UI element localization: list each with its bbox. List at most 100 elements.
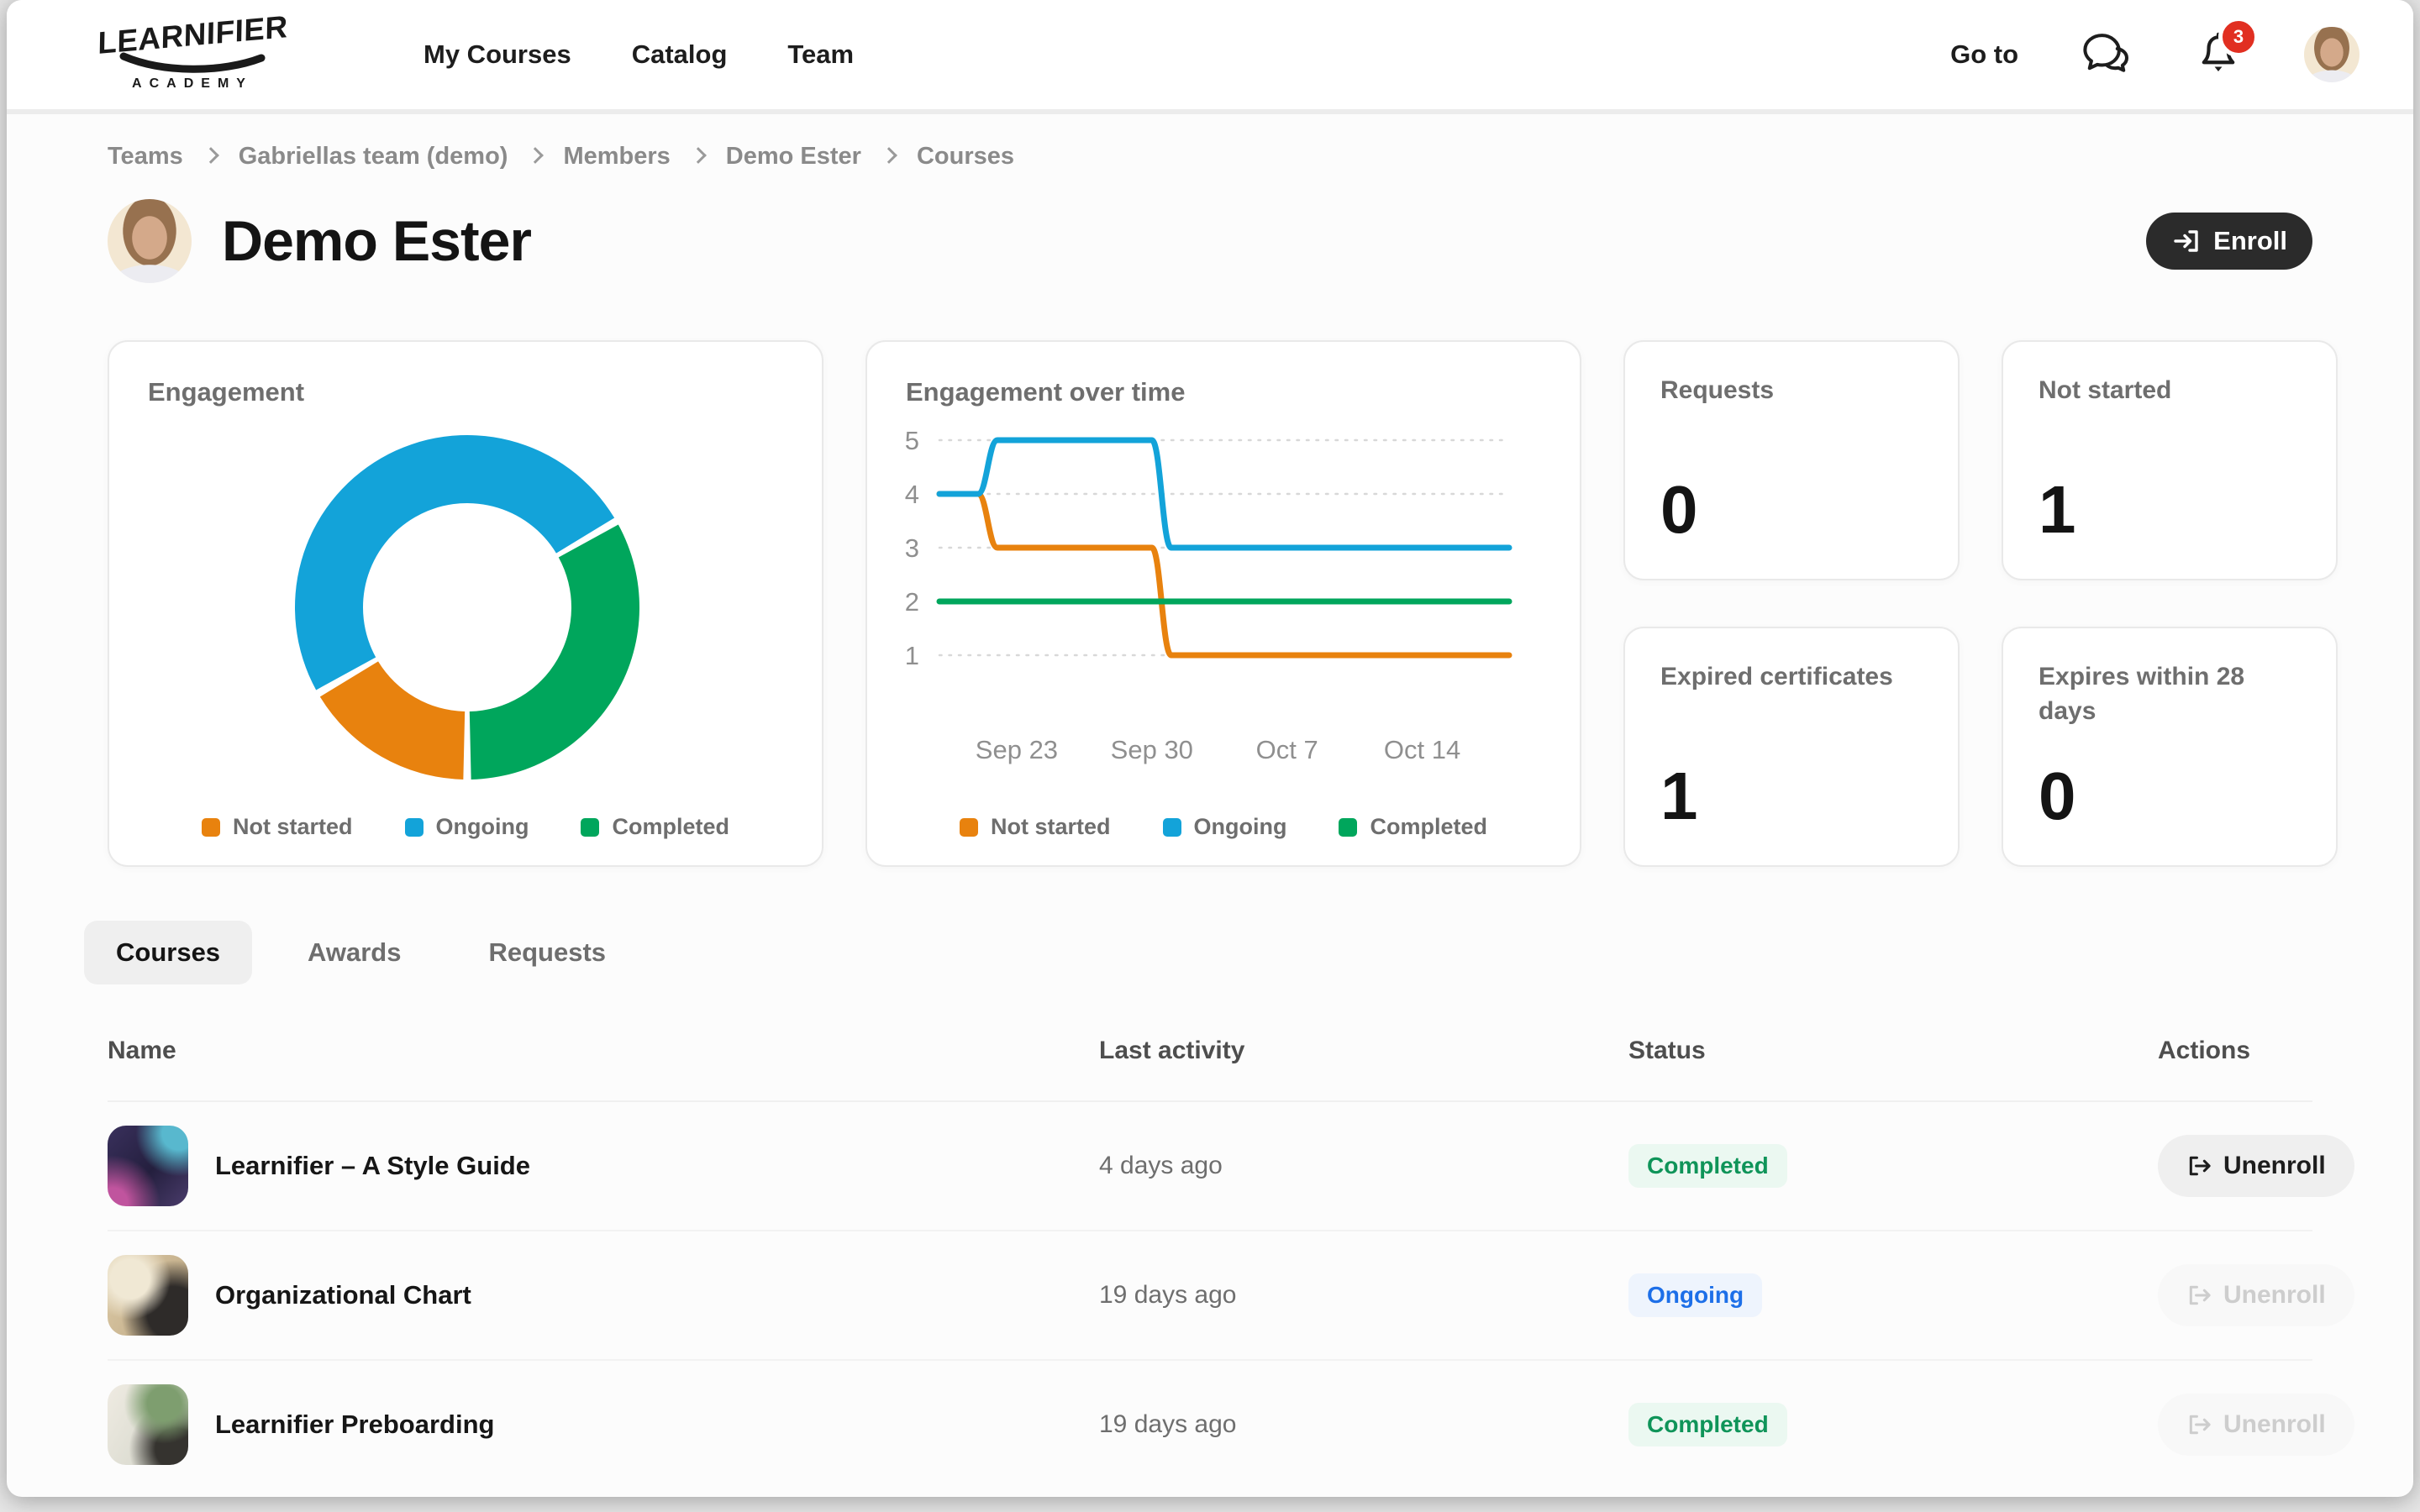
- status-badge: Completed: [1628, 1403, 1787, 1446]
- table-row: Learnifier – A Style Guide4 days agoComp…: [108, 1102, 2312, 1231]
- unenroll-button[interactable]: Unenroll: [2158, 1135, 2354, 1197]
- course-name[interactable]: Learnifier Preboarding: [215, 1410, 494, 1440]
- unenroll-button: Unenroll: [2158, 1394, 2354, 1456]
- go-to-menu[interactable]: Go to: [1950, 39, 2018, 70]
- legend-label: Ongoing: [1194, 814, 1287, 840]
- course-thumbnail: [108, 1126, 188, 1206]
- unenroll-label: Unenroll: [2223, 1152, 2326, 1180]
- stat-value: 0: [2039, 763, 2301, 830]
- unenroll-label: Unenroll: [2223, 1410, 2326, 1439]
- legend-item: Ongoing: [405, 814, 529, 840]
- chevron-right-icon: [528, 147, 544, 164]
- status-cell: Completed: [1628, 1403, 2158, 1446]
- stat-label: Expired certificates: [1660, 660, 1921, 695]
- stat-column-1: Requests 0 Expired certificates 1: [1623, 340, 1960, 867]
- stat-card-not-started: Not started 1: [2002, 340, 2338, 580]
- stat-value: 1: [1660, 763, 1923, 830]
- engagement-line-chart: 54321Sep 23Sep 30Oct 7Oct 14: [867, 342, 1583, 869]
- engagement-donut-card: Engagement Not started Ongoing Completed: [108, 340, 823, 867]
- legend-swatch: [581, 818, 599, 837]
- stat-column-2: Not started 1 Expires within 28 days 0: [2002, 340, 2338, 867]
- notifications-button[interactable]: 3: [2195, 30, 2242, 79]
- y-axis-label: 1: [905, 641, 919, 670]
- donut-segment-completed: [470, 525, 639, 780]
- legend-item: Completed: [581, 814, 729, 840]
- breadcrumb-item[interactable]: Demo Ester: [726, 143, 861, 171]
- tab-courses[interactable]: Courses: [84, 921, 252, 984]
- course-name[interactable]: Learnifier – A Style Guide: [215, 1151, 530, 1181]
- section-tabs: Courses Awards Requests: [84, 921, 2312, 984]
- legend-item: Ongoing: [1163, 814, 1287, 840]
- x-axis-label: Oct 7: [1256, 735, 1318, 764]
- line-series-not-started: [939, 494, 1509, 655]
- engagement-over-time-card: Engagement over time 54321Sep 23Sep 30Oc…: [865, 340, 1581, 867]
- course-thumbnail: [108, 1384, 188, 1465]
- tab-awards[interactable]: Awards: [276, 921, 433, 984]
- legend-label: Completed: [612, 814, 729, 840]
- donut-chart-title: Engagement: [148, 377, 304, 407]
- status-badge: Ongoing: [1628, 1273, 1762, 1317]
- messages-button[interactable]: [2081, 32, 2133, 77]
- nav-item-team[interactable]: Team: [787, 39, 854, 70]
- chevron-right-icon: [203, 147, 219, 164]
- legend-label: Completed: [1370, 814, 1487, 840]
- top-navigation-bar: LEARNIFIER ACADEMY My Courses Catalog Te…: [7, 0, 2413, 109]
- page-header: Demo Ester Enroll: [108, 199, 2312, 283]
- table-row: Organizational Chart19 days agoOngoingUn…: [108, 1231, 2312, 1361]
- last-activity-cell: 19 days ago: [1099, 1281, 1628, 1310]
- stat-value: 1: [2039, 476, 2301, 543]
- logout-icon: [2186, 1152, 2213, 1179]
- topbar-right-cluster: Go to 3: [1950, 27, 2360, 82]
- column-header-status: Status: [1628, 1037, 2158, 1065]
- table-body: Learnifier – A Style Guide4 days agoComp…: [108, 1102, 2312, 1488]
- course-name-cell: Learnifier Preboarding: [108, 1384, 1099, 1465]
- logo-academy-label: ACADEMY: [132, 76, 253, 92]
- stat-card-requests: Requests 0: [1623, 340, 1960, 580]
- main-nav: My Courses Catalog Team: [424, 39, 854, 70]
- legend-item: Not started: [960, 814, 1111, 840]
- y-axis-label: 2: [905, 587, 919, 617]
- tab-requests[interactable]: Requests: [456, 921, 638, 984]
- chevron-right-icon: [881, 147, 897, 164]
- nav-item-catalog[interactable]: Catalog: [632, 39, 728, 70]
- user-avatar[interactable]: [2304, 27, 2360, 82]
- donut-segment-not-started: [320, 661, 465, 780]
- last-activity: 19 days ago: [1099, 1410, 1236, 1438]
- breadcrumb: Teams Gabriellas team (demo) Members Demo E…: [108, 143, 2312, 171]
- unenroll-label: Unenroll: [2223, 1281, 2326, 1310]
- legend-swatch: [405, 818, 424, 837]
- breadcrumb-item[interactable]: Gabriellas team (demo): [239, 143, 508, 171]
- status-cell: Completed: [1628, 1144, 2158, 1188]
- stat-card-expired-certificates: Expired certificates 1: [1623, 627, 1960, 867]
- column-header-last-activity: Last activity: [1099, 1037, 1628, 1065]
- logout-icon: [2186, 1282, 2213, 1309]
- member-avatar: [108, 199, 192, 283]
- legend-label: Ongoing: [436, 814, 529, 840]
- course-thumbnail: [108, 1255, 188, 1336]
- legend-swatch: [960, 818, 978, 837]
- course-name[interactable]: Organizational Chart: [215, 1280, 471, 1310]
- breadcrumb-item[interactable]: Teams: [108, 143, 183, 171]
- learnifier-academy-logo[interactable]: LEARNIFIER ACADEMY: [87, 18, 297, 92]
- x-axis-label: Sep 23: [976, 735, 1058, 764]
- courses-table: Name Last activity Status Actions Learni…: [108, 1037, 2312, 1488]
- enroll-label: Enroll: [2213, 226, 2287, 256]
- engagement-donut-chart: [282, 423, 652, 792]
- nav-item-my-courses[interactable]: My Courses: [424, 39, 571, 70]
- legend-label: Not started: [233, 814, 353, 840]
- legend-item: Completed: [1339, 814, 1487, 840]
- actions-cell: Unenroll: [2158, 1135, 2354, 1197]
- breadcrumb-item[interactable]: Members: [563, 143, 670, 171]
- stat-label: Expires within 28 days: [2039, 660, 2299, 728]
- y-axis-label: 5: [905, 426, 919, 455]
- table-row: Learnifier Preboarding 19 days ago Complet…: [108, 1361, 2312, 1488]
- status-badge: Completed: [1628, 1144, 1787, 1188]
- enroll-button[interactable]: Enroll: [2146, 213, 2312, 270]
- logout-icon: [2186, 1411, 2213, 1438]
- breadcrumb-item[interactable]: Courses: [917, 143, 1014, 171]
- last-activity: 19 days ago: [1099, 1281, 1236, 1309]
- course-name-cell: Learnifier – A Style Guide: [108, 1126, 1099, 1206]
- x-axis-label: Oct 14: [1384, 735, 1460, 764]
- y-axis-label: 4: [905, 480, 919, 509]
- stat-value: 0: [1660, 476, 1923, 543]
